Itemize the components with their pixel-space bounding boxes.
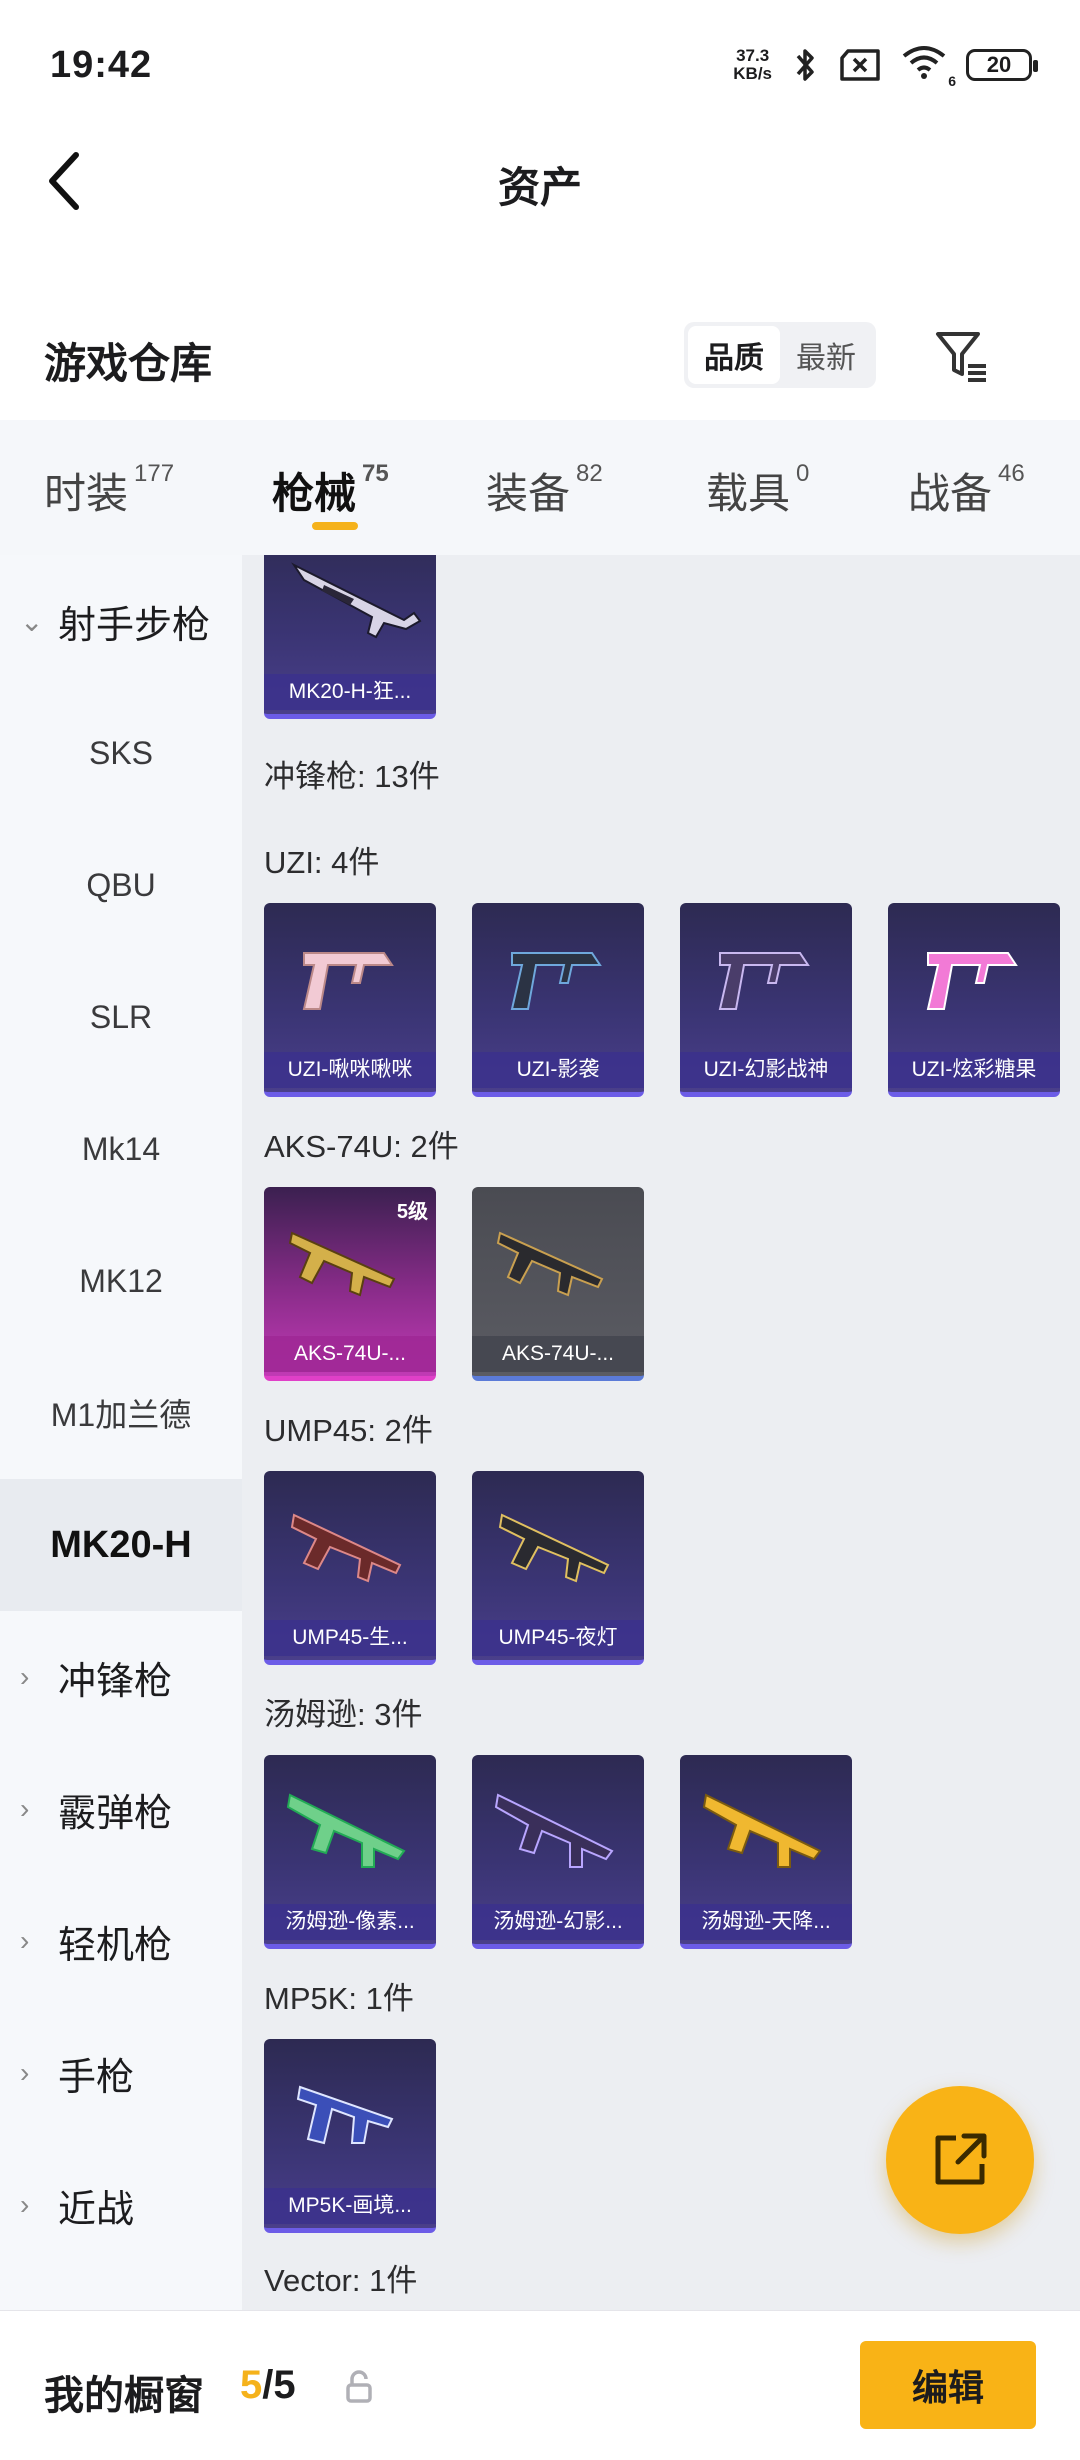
- filter-icon: [936, 332, 986, 382]
- section-label-aks74u: AKS-74U: 2件: [264, 1129, 459, 1164]
- section-label-uzi: UZI: 4件: [264, 845, 380, 880]
- network-speed: 37.3 KB/s: [733, 45, 772, 83]
- chevron-right-icon: ›: [20, 1793, 30, 1824]
- chevron-right-icon: ›: [20, 2189, 30, 2220]
- tab-vehicles[interactable]: 载具 0: [706, 460, 809, 521]
- sort-toggle: 品质 最新: [684, 322, 876, 388]
- tab-supplies[interactable]: 战备 46: [908, 460, 1025, 521]
- weapon-card[interactable]: UZI-影袭: [472, 903, 644, 1097]
- wifi-icon: 6: [900, 44, 956, 89]
- showcase-label: 我的橱窗: [44, 2374, 204, 2418]
- section-label-thompson: 汤姆逊: 3件: [264, 1697, 423, 1732]
- rifle-icon: [291, 562, 422, 639]
- smg-icon: [496, 1231, 604, 1297]
- weapon-category-sidebar: ⌄ 射手步枪 SKS QBU SLR Mk14 MK12 M1加兰德 MK20-H…: [0, 555, 242, 2310]
- sidebar-group-marksman[interactable]: ⌄ 射手步枪: [0, 555, 242, 687]
- sort-newest-option[interactable]: 最新: [780, 326, 872, 384]
- showcase-count: 5/5: [240, 2363, 296, 2407]
- no-sim-icon: [840, 48, 880, 81]
- sidebar-group-smg[interactable]: › 冲锋枪: [0, 1611, 242, 1743]
- smg-icon: [510, 952, 602, 1010]
- weapon-card[interactable]: 5级 AKS-74U-...: [264, 1187, 436, 1381]
- sidebar-item-mk12[interactable]: MK12: [0, 1215, 242, 1347]
- sidebar-item-qbu[interactable]: QBU: [0, 819, 242, 951]
- page-title: 资产: [497, 164, 582, 211]
- weapon-grid: MK20-H-狂... 冲锋枪: 13件 UZI: 4件 UZI-啾咪啾咪 UZ…: [242, 555, 1080, 2310]
- sidebar-item-mk14[interactable]: Mk14: [0, 1083, 242, 1215]
- smg-icon: [296, 2085, 394, 2145]
- chevron-right-icon: ›: [20, 1661, 30, 1692]
- section-label-vector: Vector: 1件: [264, 2263, 418, 2298]
- weapon-card[interactable]: MK20-H-狂...: [264, 555, 436, 719]
- smg-icon: [494, 1793, 614, 1868]
- filter-button[interactable]: [930, 324, 994, 388]
- lock-icon: [346, 2370, 372, 2403]
- showcase-bar: 我的橱窗 5/5 编辑: [0, 2310, 1080, 2460]
- edit-button[interactable]: 编辑: [860, 2341, 1036, 2429]
- weapon-card[interactable]: 汤姆逊-幻影...: [472, 1755, 644, 1949]
- weapon-card[interactable]: MP5K-画境...: [264, 2039, 436, 2233]
- sidebar-item-mk20h[interactable]: MK20-H: [0, 1479, 242, 1611]
- weapon-card[interactable]: UZI-幻影战神: [680, 903, 852, 1097]
- section-label-mp5k: MP5K: 1件: [264, 1981, 414, 2016]
- bluetooth-icon: [796, 48, 814, 81]
- category-tabs: 时装 177 枪械 75 装备 82 载具 0 战备 46: [0, 420, 1080, 555]
- smg-icon: [926, 952, 1018, 1010]
- sidebar-item-slr[interactable]: SLR: [0, 951, 242, 1083]
- weapon-card[interactable]: UMP45-夜灯: [472, 1471, 644, 1665]
- smg-icon: [498, 1513, 610, 1583]
- section-label-ump45: UMP45: 2件: [264, 1413, 433, 1448]
- weapon-card[interactable]: UZI-炫彩糖果: [888, 903, 1060, 1097]
- share-button[interactable]: [886, 2086, 1034, 2234]
- share-icon: [935, 2133, 987, 2185]
- sidebar-group-lmg[interactable]: › 轻机枪: [0, 1875, 242, 2007]
- tab-firearms[interactable]: 枪械 75: [272, 460, 389, 521]
- sidebar-item-sks[interactable]: SKS: [0, 687, 242, 819]
- chevron-right-icon: ›: [20, 2057, 30, 2088]
- warehouse-header: 游戏仓库 品质 最新: [0, 310, 1080, 410]
- weapon-card[interactable]: 汤姆逊-像素...: [264, 1755, 436, 1949]
- section-label-smg: 冲锋枪: 13件: [264, 759, 440, 794]
- weapon-card[interactable]: UMP45-生...: [264, 1471, 436, 1665]
- sort-quality-option[interactable]: 品质: [688, 326, 780, 384]
- smg-icon: [286, 1793, 406, 1868]
- active-tab-indicator: [312, 522, 358, 530]
- chevron-down-icon: ⌄: [20, 605, 44, 637]
- weapon-card[interactable]: UZI-啾咪啾咪: [264, 903, 436, 1097]
- chevron-right-icon: ›: [20, 1925, 30, 1956]
- sidebar-group-melee[interactable]: › 近战: [0, 2139, 242, 2271]
- top-nav: 资产: [0, 130, 1080, 230]
- smg-icon: [718, 952, 810, 1010]
- weapon-card[interactable]: 汤姆逊-天降...: [680, 1755, 852, 1949]
- smg-icon: [288, 1231, 396, 1297]
- warehouse-title: 游戏仓库: [44, 340, 213, 387]
- status-icons: 37.3 KB/s 6 20: [733, 44, 1038, 89]
- tab-fashion[interactable]: 时装 177: [44, 460, 174, 521]
- weapon-card[interactable]: AKS-74U-...: [472, 1187, 644, 1381]
- tab-equipment[interactable]: 装备 82: [486, 460, 603, 521]
- sidebar-item-m1-garand[interactable]: M1加兰德: [0, 1347, 242, 1479]
- sidebar-group-pistol[interactable]: › 手枪: [0, 2007, 242, 2139]
- status-bar: 19:42 37.3 KB/s 6 20: [0, 0, 1080, 130]
- smg-icon: [302, 952, 394, 1010]
- battery-indicator: 20: [966, 48, 1038, 81]
- smg-icon: [702, 1793, 822, 1868]
- status-time: 19:42: [50, 44, 153, 86]
- smg-icon: [290, 1513, 402, 1583]
- sidebar-group-shotgun[interactable]: › 霰弹枪: [0, 1743, 242, 1875]
